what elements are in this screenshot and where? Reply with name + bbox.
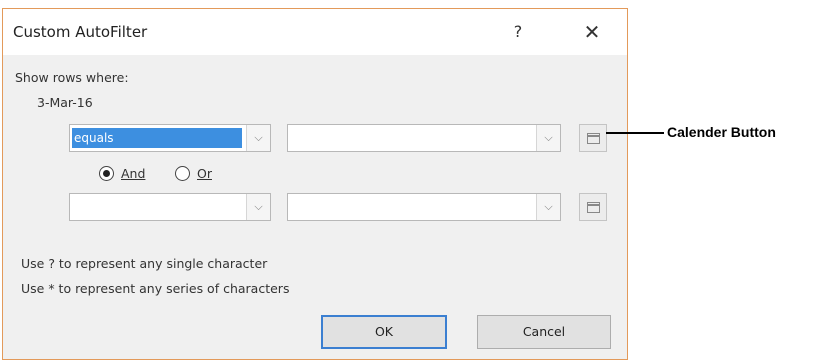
value1-combo[interactable]: ⌵ bbox=[287, 124, 561, 152]
or-radio-text: Or bbox=[197, 166, 212, 181]
and-radio-text: And bbox=[121, 166, 146, 181]
or-radio-label: Or bbox=[197, 166, 212, 181]
operator1-value: equals bbox=[72, 128, 242, 148]
ok-button[interactable]: OK bbox=[321, 315, 447, 349]
value2-value bbox=[290, 197, 532, 217]
hint-single-char: Use ? to represent any single character bbox=[21, 256, 268, 271]
and-radio[interactable] bbox=[99, 166, 114, 181]
custom-autofilter-dialog: Custom AutoFilter ? ✕ Show rows where: 3… bbox=[2, 8, 628, 360]
column-name-label: 3-Mar-16 bbox=[37, 95, 93, 110]
operator1-combo[interactable]: equals ⌵ bbox=[69, 124, 271, 152]
annotation-pointer-line bbox=[606, 132, 664, 134]
title-bar: Custom AutoFilter ? ✕ bbox=[3, 9, 627, 55]
or-radio[interactable] bbox=[175, 166, 190, 181]
operator2-combo[interactable]: ⌵ bbox=[69, 193, 271, 221]
chevron-down-icon[interactable]: ⌵ bbox=[246, 194, 270, 220]
help-button[interactable]: ? bbox=[503, 17, 533, 47]
operator2-value bbox=[72, 197, 242, 217]
chevron-down-icon[interactable]: ⌵ bbox=[536, 194, 560, 220]
calendar-icon bbox=[587, 202, 600, 213]
cancel-button[interactable]: Cancel bbox=[477, 315, 611, 349]
dialog-title: Custom AutoFilter bbox=[13, 23, 148, 41]
and-radio-label: And bbox=[121, 166, 145, 181]
calendar-button-row1[interactable] bbox=[579, 124, 607, 152]
calendar-button-annotation: Calender Button bbox=[667, 124, 776, 140]
show-rows-label: Show rows where: bbox=[15, 70, 129, 85]
value1-value bbox=[290, 128, 532, 148]
close-button[interactable]: ✕ bbox=[577, 17, 607, 47]
calendar-button-row2[interactable] bbox=[579, 193, 607, 221]
calendar-icon bbox=[587, 133, 600, 144]
chevron-down-icon[interactable]: ⌵ bbox=[246, 125, 270, 151]
value2-combo[interactable]: ⌵ bbox=[287, 193, 561, 221]
hint-series-chars: Use * to represent any series of charact… bbox=[21, 281, 290, 296]
chevron-down-icon[interactable]: ⌵ bbox=[536, 125, 560, 151]
